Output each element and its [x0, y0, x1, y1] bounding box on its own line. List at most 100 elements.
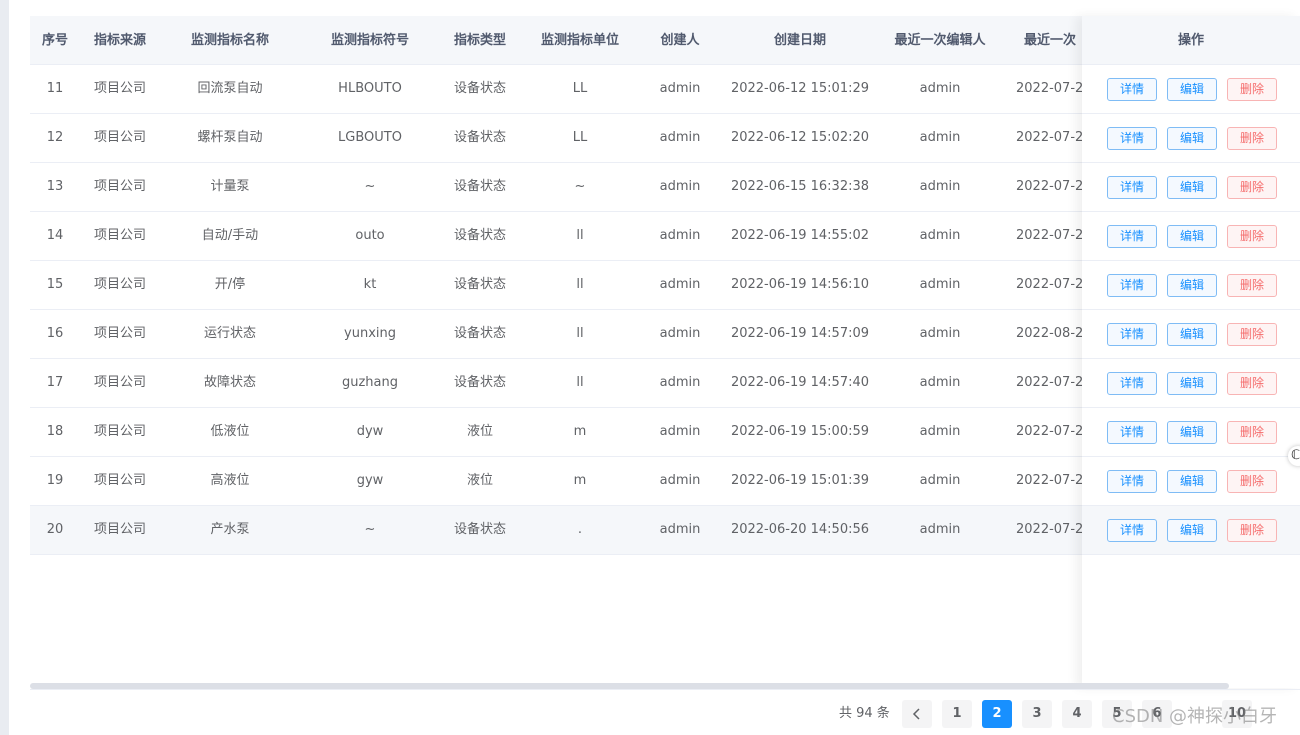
cell-source: 项目公司	[93, 277, 146, 292]
cell-creator: admin	[659, 179, 701, 194]
col-header-source[interactable]: 指标来源	[80, 16, 160, 65]
action-row: 详情 编辑 删除	[1082, 114, 1300, 163]
cell-created-date: 2022-06-19 15:00:59	[730, 424, 870, 439]
detail-button[interactable]: 详情	[1107, 323, 1157, 346]
col-header-last-editor[interactable]: 最近一次编辑人	[880, 16, 1000, 65]
col-header-type[interactable]: 指标类型	[440, 16, 520, 65]
detail-button[interactable]: 详情	[1107, 372, 1157, 395]
action-row: 详情 编辑 删除	[1082, 359, 1300, 408]
detail-button[interactable]: 详情	[1107, 421, 1157, 444]
cell-last-editor: admin	[919, 375, 961, 390]
cell-unit: m	[573, 473, 587, 488]
divider	[30, 689, 1300, 690]
cell-symbol: gyw	[356, 473, 384, 488]
cell-creator: admin	[659, 130, 701, 145]
cell-symbol: guzhang	[341, 375, 398, 390]
page-button[interactable]: 3	[1022, 700, 1052, 728]
delete-button[interactable]: 删除	[1227, 421, 1277, 444]
edit-button[interactable]: 编辑	[1167, 274, 1217, 297]
cell-creator: admin	[659, 228, 701, 243]
edit-button[interactable]: 编辑	[1167, 421, 1217, 444]
delete-button[interactable]: 删除	[1227, 323, 1277, 346]
edit-button[interactable]: 编辑	[1167, 225, 1217, 248]
detail-button[interactable]: 详情	[1107, 78, 1157, 101]
col-header-symbol[interactable]: 监测指标符号	[300, 16, 440, 65]
detail-button[interactable]: 详情	[1107, 274, 1157, 297]
chevron-left-icon	[912, 708, 920, 720]
delete-button[interactable]: 删除	[1227, 78, 1277, 101]
cell-index: 14	[46, 228, 64, 243]
delete-button[interactable]: 删除	[1227, 225, 1277, 248]
page-button[interactable]: 1	[942, 700, 972, 728]
col-header-creator[interactable]: 创建人	[640, 16, 720, 65]
total-count: 共 94 条	[839, 706, 890, 721]
page-button[interactable]: 4	[1062, 700, 1092, 728]
cell-unit: ~	[574, 179, 586, 194]
action-row: 详情 编辑 删除	[1082, 163, 1300, 212]
delete-button[interactable]: 删除	[1227, 176, 1277, 199]
cell-symbol: ~	[364, 179, 376, 194]
action-row: 详情 编辑 删除	[1082, 261, 1300, 310]
edit-button[interactable]: 编辑	[1167, 519, 1217, 542]
sidebar-edge	[0, 0, 9, 735]
delete-button[interactable]: 删除	[1227, 127, 1277, 150]
cell-created-date: 2022-06-20 14:50:56	[730, 522, 870, 537]
col-header-name[interactable]: 监测指标名称	[160, 16, 300, 65]
edit-button[interactable]: 编辑	[1167, 176, 1217, 199]
cell-created-date: 2022-06-12 15:02:20	[730, 130, 870, 145]
cell-unit: m	[573, 424, 587, 439]
cell-creator: admin	[659, 522, 701, 537]
detail-button[interactable]: 详情	[1107, 127, 1157, 150]
cell-type: 设备状态	[453, 277, 506, 292]
action-row: 详情 编辑 删除	[1082, 408, 1300, 457]
cell-symbol: kt	[363, 277, 377, 292]
detail-button[interactable]: 详情	[1107, 519, 1157, 542]
cell-symbol: dyw	[356, 424, 384, 439]
cell-creator: admin	[659, 424, 701, 439]
cell-created-date: 2022-06-15 16:32:38	[730, 179, 870, 194]
cell-source: 项目公司	[93, 130, 146, 145]
action-row: 详情 编辑 删除	[1082, 310, 1300, 359]
delete-button[interactable]: 删除	[1227, 519, 1277, 542]
cell-index: 18	[46, 424, 64, 439]
cell-index: 13	[46, 179, 64, 194]
detail-button[interactable]: 详情	[1107, 225, 1157, 248]
edit-button[interactable]: 编辑	[1167, 372, 1217, 395]
cell-type: 设备状态	[453, 130, 506, 145]
delete-button[interactable]: 删除	[1227, 372, 1277, 395]
col-header-actions: 操作	[1082, 16, 1300, 65]
cell-source: 项目公司	[93, 473, 146, 488]
cell-index: 11	[46, 81, 64, 96]
col-header-unit[interactable]: 监测指标单位	[520, 16, 640, 65]
edit-button[interactable]: 编辑	[1167, 470, 1217, 493]
cell-creator: admin	[659, 277, 701, 292]
cell-index: 16	[46, 326, 64, 341]
cell-name: 开/停	[214, 277, 246, 292]
cell-creator: admin	[659, 375, 701, 390]
col-header-created-date[interactable]: 创建日期	[720, 16, 880, 65]
cell-created-date: 2022-06-19 15:01:39	[730, 473, 870, 488]
page-button[interactable]: 2	[982, 700, 1012, 728]
detail-button[interactable]: 详情	[1107, 470, 1157, 493]
prev-page-button[interactable]	[902, 700, 932, 728]
edit-button[interactable]: 编辑	[1167, 78, 1217, 101]
delete-button[interactable]: 删除	[1227, 274, 1277, 297]
cell-source: 项目公司	[93, 179, 146, 194]
cell-type: 设备状态	[453, 81, 506, 96]
cell-index: 12	[46, 130, 64, 145]
actions-column: 操作 详情 编辑 删除 详情 编辑 删除 详情 编辑 删除 详情 编辑 删除 详情 编辑 删除 详情 编辑 删除详…	[1082, 16, 1300, 688]
edit-button[interactable]: 编辑	[1167, 323, 1217, 346]
cell-name: 产水泵	[210, 522, 250, 537]
cell-source: 项目公司	[93, 424, 146, 439]
cell-unit: LL	[572, 81, 588, 96]
delete-button[interactable]: 删除	[1227, 470, 1277, 493]
col-header-index[interactable]: 序号	[30, 16, 80, 65]
cell-created-date: 2022-06-19 14:55:02	[730, 228, 870, 243]
action-row: 详情 编辑 删除	[1082, 457, 1300, 506]
cell-symbol: ~	[364, 522, 376, 537]
edit-button[interactable]: 编辑	[1167, 127, 1217, 150]
action-row: 详情 编辑 删除	[1082, 65, 1300, 114]
cell-symbol: outo	[355, 228, 385, 243]
cell-type: 液位	[466, 424, 493, 439]
detail-button[interactable]: 详情	[1107, 176, 1157, 199]
